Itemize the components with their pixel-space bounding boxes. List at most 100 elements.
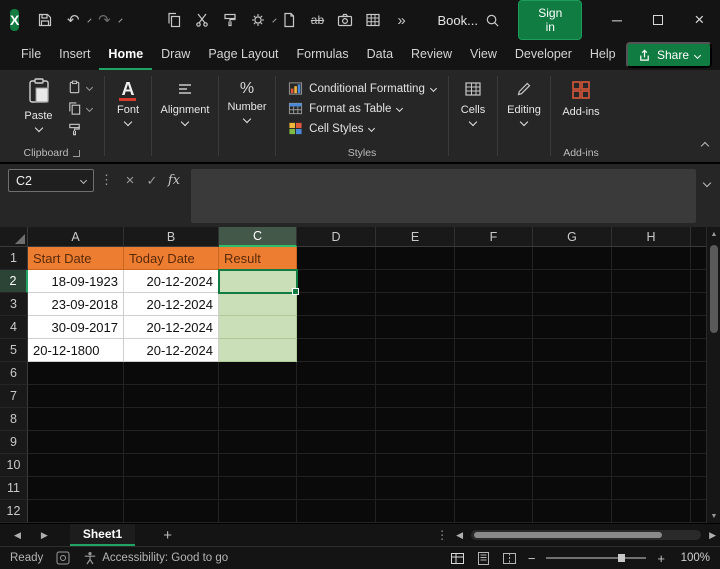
collapse-ribbon-button[interactable] — [700, 136, 710, 154]
tab-insert[interactable]: Insert — [50, 40, 99, 70]
zoom-slider-thumb[interactable] — [618, 554, 626, 562]
cell-D5[interactable] — [297, 339, 376, 362]
cell-E8[interactable] — [376, 408, 455, 431]
cell-G12[interactable] — [533, 500, 612, 523]
cell-D11[interactable] — [297, 477, 376, 500]
alignment-button[interactable]: Alignment — [161, 78, 209, 162]
cell-F12[interactable] — [455, 500, 533, 523]
cell-G4[interactable] — [533, 316, 612, 339]
horizontal-scrollbar-thumb[interactable] — [474, 532, 663, 538]
cell-E12[interactable] — [376, 500, 455, 523]
cell-C9[interactable] — [219, 431, 297, 454]
page-layout-view-icon[interactable] — [476, 551, 491, 566]
cell-B1[interactable]: Today Date — [124, 247, 219, 270]
row-header-7[interactable]: 7 — [0, 385, 28, 408]
name-box[interactable]: C2 — [8, 169, 94, 192]
accessibility-status-button[interactable]: Accessibility: Good to go — [83, 551, 228, 565]
cell-B10[interactable] — [124, 454, 219, 477]
qat-overflow-icon[interactable]: » — [390, 9, 412, 31]
new-document-icon[interactable] — [278, 9, 300, 31]
clipboard-dialog-launcher-icon[interactable] — [73, 149, 81, 157]
row-header-1[interactable]: 1 — [0, 247, 28, 270]
minimize-button[interactable]: ─ — [596, 0, 637, 40]
paste-options-button[interactable] — [67, 80, 93, 95]
insert-function-button[interactable]: fx — [163, 169, 185, 192]
camera-icon[interactable] — [334, 9, 356, 31]
column-header-B[interactable]: B — [124, 227, 219, 247]
cell-H7[interactable] — [612, 385, 691, 408]
cell-A7[interactable] — [28, 385, 124, 408]
scroll-right-icon[interactable]: ▶ — [709, 530, 716, 541]
cell-E4[interactable] — [376, 316, 455, 339]
cell-D4[interactable] — [297, 316, 376, 339]
cell-E1[interactable] — [376, 247, 455, 270]
cell-B4[interactable]: 20-12-2024 — [124, 316, 219, 339]
cell-A8[interactable] — [28, 408, 124, 431]
normal-view-icon[interactable] — [450, 551, 465, 566]
cell-F2[interactable] — [455, 270, 533, 293]
cell-F9[interactable] — [455, 431, 533, 454]
cell-C10[interactable] — [219, 454, 297, 477]
expand-formula-bar-icon[interactable] — [702, 173, 712, 191]
cell-C2-selected[interactable] — [218, 269, 299, 295]
vertical-scrollbar[interactable]: ▲ ▼ — [706, 227, 720, 523]
tab-help[interactable]: Help — [581, 40, 625, 70]
format-painter-small-button[interactable] — [67, 122, 92, 137]
cell-F5[interactable] — [455, 339, 533, 362]
sheetbar-more-icon[interactable]: ⋮ — [436, 528, 448, 542]
scroll-left-icon[interactable]: ◀ — [456, 530, 463, 541]
cell-F4[interactable] — [455, 316, 533, 339]
tab-home[interactable]: Home — [99, 40, 153, 70]
search-icon[interactable] — [478, 5, 506, 35]
scroll-down-icon[interactable]: ▼ — [707, 509, 720, 523]
cell-C4[interactable] — [219, 316, 297, 339]
cell-A6[interactable] — [28, 362, 124, 385]
sheet-tab-sheet1[interactable]: Sheet1 — [69, 524, 136, 546]
format-as-table-button[interactable]: Format as Table — [288, 101, 404, 116]
tab-file[interactable]: File — [12, 40, 50, 70]
cell-E9[interactable] — [376, 431, 455, 454]
cell-D2[interactable] — [297, 270, 376, 293]
cell-G2[interactable] — [533, 270, 612, 293]
cell-A4[interactable]: 30-09-2017 — [28, 316, 124, 339]
cell-H9[interactable] — [612, 431, 691, 454]
cell-D9[interactable] — [297, 431, 376, 454]
cell-F10[interactable] — [455, 454, 533, 477]
horizontal-scrollbar[interactable] — [471, 530, 702, 540]
cell-C6[interactable] — [219, 362, 297, 385]
cell-G1[interactable] — [533, 247, 612, 270]
cell-A9[interactable] — [28, 431, 124, 454]
copy-small-button[interactable] — [67, 101, 93, 116]
zoom-out-button[interactable]: − — [528, 551, 536, 566]
tab-data[interactable]: Data — [358, 40, 402, 70]
cell-C1[interactable]: Result — [219, 247, 297, 270]
cell-H3[interactable] — [612, 293, 691, 316]
cell-B6[interactable] — [124, 362, 219, 385]
tab-page-layout[interactable]: Page Layout — [199, 40, 287, 70]
cells-button[interactable]: Cells — [461, 78, 485, 162]
table-icon[interactable] — [362, 9, 384, 31]
redo-dropdown-icon[interactable] — [118, 17, 124, 23]
column-header-C[interactable]: C — [219, 227, 297, 247]
tab-review[interactable]: Review — [402, 40, 461, 70]
cell-C3[interactable] — [219, 293, 297, 316]
cell-F11[interactable] — [455, 477, 533, 500]
editing-button[interactable]: Editing — [507, 78, 541, 162]
cell-H10[interactable] — [612, 454, 691, 477]
cell-A5[interactable]: 20-12-1800 — [28, 339, 124, 362]
cell-A10[interactable] — [28, 454, 124, 477]
cell-styles-button[interactable]: Cell Styles — [288, 121, 376, 136]
cell-F1[interactable] — [455, 247, 533, 270]
format-painter-icon[interactable] — [219, 9, 241, 31]
cell-E6[interactable] — [376, 362, 455, 385]
cell-G7[interactable] — [533, 385, 612, 408]
redo-icon[interactable]: ↷ — [93, 9, 115, 31]
cell-E5[interactable] — [376, 339, 455, 362]
undo-dropdown-icon[interactable] — [87, 17, 93, 23]
cell-D3[interactable] — [297, 293, 376, 316]
cell-B8[interactable] — [124, 408, 219, 431]
tab-formulas[interactable]: Formulas — [288, 40, 358, 70]
sign-in-button[interactable]: Sign in — [518, 0, 583, 40]
cell-C12[interactable] — [219, 500, 297, 523]
cell-D12[interactable] — [297, 500, 376, 523]
